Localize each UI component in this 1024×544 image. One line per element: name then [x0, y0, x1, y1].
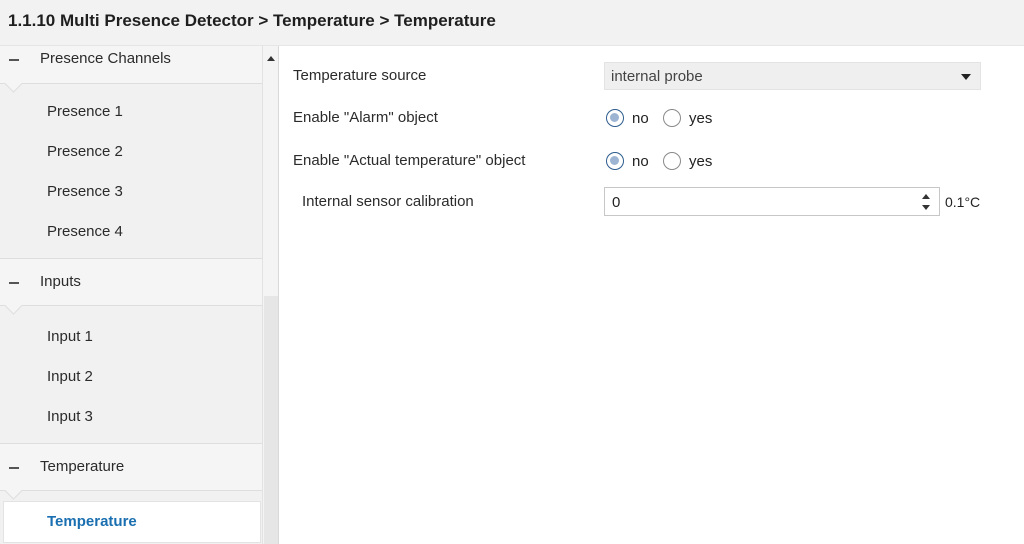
title-bar: 1.1.10 Multi Presence Detector > Tempera… [0, 0, 1024, 46]
collapse-icon[interactable] [9, 59, 19, 61]
sidebar-group-inputs[interactable]: Inputs [0, 258, 262, 315]
sidebar-item-presence-1[interactable]: Presence 1 [0, 92, 262, 132]
sidebar-item-input-3[interactable]: Input 3 [0, 397, 262, 437]
sidebar-item-label: Input 1 [47, 328, 93, 345]
breadcrumb: 1.1.10 Multi Presence Detector > Tempera… [8, 11, 496, 30]
alarm-no-label[interactable]: no [632, 110, 649, 127]
actual-temperature-object-label: Enable "Actual temperature" object [293, 152, 526, 169]
calibration-stepper[interactable]: 0 [604, 187, 940, 216]
sidebar-item-presence-3[interactable]: Presence 3 [0, 172, 262, 212]
calibration-unit: 0.1°C [945, 194, 981, 210]
actual-temperature-no-label[interactable]: no [632, 153, 649, 170]
sidebar-item-input-1[interactable]: Input 1 [0, 317, 262, 357]
collapse-icon[interactable] [9, 282, 19, 284]
stepper-down-icon[interactable] [922, 205, 930, 210]
calibration-value: 0 [612, 194, 621, 211]
sidebar-item-presence-4[interactable]: Presence 4 [0, 212, 262, 252]
collapse-icon[interactable] [9, 467, 19, 469]
sidebar-group-label: Inputs [40, 273, 81, 290]
temperature-source-value: internal probe [611, 68, 703, 85]
sidebar-group-presence-channels[interactable]: Presence Channels [0, 46, 262, 93]
sidebar-item-label: Presence 4 [47, 223, 123, 240]
temperature-source-label: Temperature source [293, 67, 427, 84]
group-notch [4, 481, 23, 500]
temperature-source-select[interactable]: internal probe [604, 62, 981, 90]
alarm-yes-radio[interactable] [663, 109, 681, 127]
group-notch [4, 296, 23, 315]
sidebar-item-label: Temperature [47, 513, 137, 530]
sidebar-scrollbar[interactable] [262, 46, 278, 544]
sidebar-item-input-2[interactable]: Input 2 [0, 357, 262, 397]
stepper-up-icon[interactable] [922, 194, 930, 199]
sidebar-group-label: Presence Channels [40, 50, 171, 67]
panel-divider [278, 46, 279, 544]
actual-temperature-no-radio[interactable] [606, 152, 624, 170]
alarm-yes-label[interactable]: yes [689, 110, 712, 127]
sidebar-item-label: Presence 3 [47, 183, 123, 200]
radio-dot [610, 156, 619, 165]
alarm-object-label: Enable "Alarm" object [293, 109, 438, 126]
chevron-down-icon[interactable] [961, 74, 971, 80]
sidebar-item-label: Input 3 [47, 408, 93, 425]
internal-sensor-calibration-label: Internal sensor calibration [302, 193, 474, 210]
sidebar-item-presence-2[interactable]: Presence 2 [0, 132, 262, 172]
scroll-up-icon[interactable] [267, 56, 275, 61]
sidebar-group-label: Temperature [40, 458, 125, 475]
scrollbar-thumb[interactable] [264, 296, 278, 544]
sidebar-item-label: Presence 1 [47, 103, 123, 120]
sidebar: Presence Channels Presence 1 Presence 2 … [0, 46, 262, 544]
sidebar-group-temperature[interactable]: Temperature [0, 443, 262, 500]
sidebar-item-temperature[interactable]: Temperature [4, 502, 260, 542]
sidebar-item-label: Input 2 [47, 368, 93, 385]
alarm-no-radio[interactable] [606, 109, 624, 127]
actual-temperature-yes-radio[interactable] [663, 152, 681, 170]
radio-dot [610, 113, 619, 122]
group-notch [4, 74, 23, 93]
sidebar-item-label: Presence 2 [47, 143, 123, 160]
actual-temperature-yes-label[interactable]: yes [689, 153, 712, 170]
